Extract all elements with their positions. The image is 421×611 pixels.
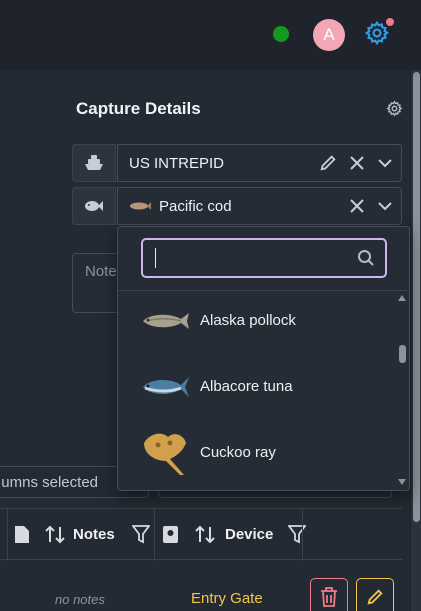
option-label: Albacore tuna xyxy=(200,378,293,395)
sort-icon[interactable] xyxy=(195,525,215,544)
connection-status-indicator xyxy=(273,26,289,42)
delete-button[interactable] xyxy=(310,578,348,611)
column-divider xyxy=(302,509,303,561)
scroll-up-arrow-icon[interactable] xyxy=(398,295,406,301)
avatar-initial: A xyxy=(323,25,335,44)
dropdown-option[interactable]: Cuckoo ray xyxy=(118,420,398,486)
panel-title: Capture Details xyxy=(76,99,201,118)
fish-icon xyxy=(85,201,103,211)
clear-icon[interactable] xyxy=(349,155,365,171)
ship-icon xyxy=(85,155,103,170)
filter-icon[interactable] xyxy=(288,525,306,544)
device-column-header[interactable]: Device xyxy=(225,526,273,543)
species-actions xyxy=(349,188,393,224)
chevron-down-icon[interactable] xyxy=(377,155,393,171)
device-icon xyxy=(163,526,178,543)
tuna-fish-image xyxy=(140,362,192,412)
dropdown-scrollbar[interactable] xyxy=(396,293,408,489)
option-label: Cuckoo ray xyxy=(200,444,276,461)
pacific-cod-image xyxy=(130,202,151,210)
option-label: Alaska pollock xyxy=(200,312,296,329)
sort-icon[interactable] xyxy=(45,525,65,544)
clear-icon[interactable] xyxy=(349,198,365,214)
pencil-icon xyxy=(367,589,383,605)
top-bar: A xyxy=(0,0,421,70)
columns-selected-text: umns selected xyxy=(1,474,98,491)
species-icon-box xyxy=(72,187,116,225)
row-device-value[interactable]: Entry Gate xyxy=(191,590,263,607)
trash-icon xyxy=(321,587,337,607)
notes-placeholder: Note xyxy=(85,263,117,280)
species-value: Pacific cod xyxy=(159,197,232,215)
ray-fish-image xyxy=(140,428,192,478)
search-icon xyxy=(358,250,374,266)
document-icon xyxy=(15,526,29,543)
user-avatar[interactable]: A xyxy=(313,19,345,51)
notes-column-header[interactable]: Notes xyxy=(73,526,115,543)
page-scrollbar-thumb[interactable] xyxy=(413,72,420,522)
species-select[interactable]: Pacific cod xyxy=(117,187,402,225)
pencil-icon[interactable] xyxy=(319,154,337,172)
notification-badge xyxy=(386,18,394,26)
species-search-input[interactable] xyxy=(141,238,387,278)
vessel-icon-box xyxy=(72,144,116,182)
dropdown-scrollbar-thumb[interactable] xyxy=(399,345,406,363)
vessel-actions xyxy=(319,145,393,181)
scroll-down-arrow-icon[interactable] xyxy=(398,479,406,485)
row-notes-value: no notes xyxy=(55,592,105,607)
table-header: Notes Device xyxy=(0,508,402,561)
gear-icon xyxy=(386,100,402,117)
dropdown-option[interactable]: Albacore tuna xyxy=(118,354,398,420)
edit-button[interactable] xyxy=(356,578,394,611)
column-divider xyxy=(154,509,155,561)
vessel-select[interactable]: US INTREPID xyxy=(117,144,402,182)
pollock-fish-image xyxy=(140,296,192,346)
panel-settings-button[interactable] xyxy=(384,98,404,118)
text-cursor xyxy=(155,248,156,268)
chevron-down-icon[interactable] xyxy=(377,198,393,214)
vessel-value: US INTREPID xyxy=(129,154,225,172)
dropdown-option[interactable]: Alaska pollock xyxy=(118,288,398,354)
species-dropdown: Alaska pollock Albacore tuna Cuckoo ray xyxy=(117,226,410,491)
filter-icon[interactable] xyxy=(132,525,150,544)
column-divider xyxy=(7,509,8,561)
